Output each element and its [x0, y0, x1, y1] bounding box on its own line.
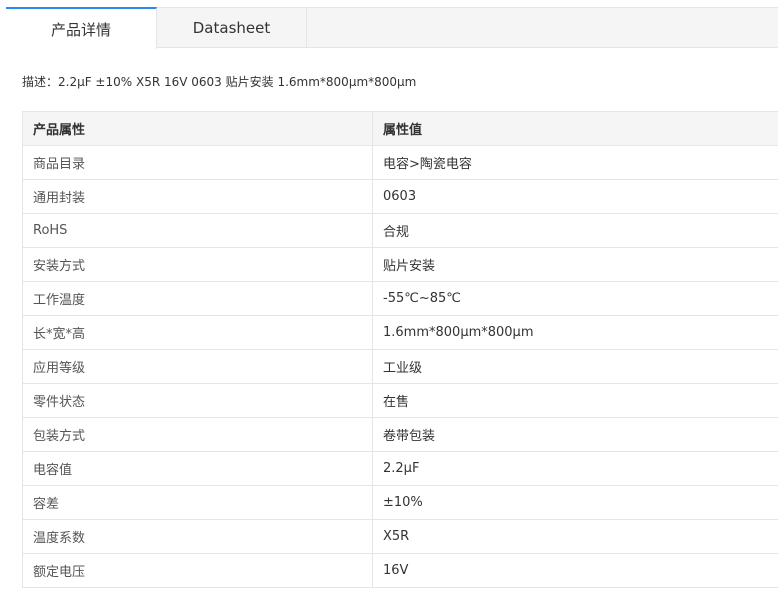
attribute-value: 在售	[372, 383, 778, 418]
table-row: 通用封装 0603	[22, 179, 778, 214]
attribute-name: 容差	[22, 485, 373, 520]
attribute-name: 长*宽*高	[22, 315, 373, 350]
attribute-name: 应用等级	[22, 349, 373, 384]
attribute-value: 0603	[372, 179, 778, 214]
table-header-row: 产品属性 属性值	[22, 111, 778, 146]
attribute-value: 16V	[372, 553, 778, 588]
header-value: 属性值	[372, 111, 778, 146]
table-row: 长*宽*高 1.6mm*800µm*800µm	[22, 315, 778, 350]
attribute-name: 工作温度	[22, 281, 373, 316]
attribute-value: 2.2µF	[372, 451, 778, 486]
attribute-value: 工业级	[372, 349, 778, 384]
tab-product-detail[interactable]: 产品详情	[6, 7, 157, 49]
attribute-name: 零件状态	[22, 383, 373, 418]
attribute-value: 电容>陶瓷电容	[372, 145, 778, 180]
attribute-name: 通用封装	[22, 179, 373, 214]
table-row: 电容值 2.2µF	[22, 451, 778, 486]
attribute-value: 合规	[372, 213, 778, 248]
table-row: 零件状态 在售	[22, 383, 778, 418]
table-row: 工作温度 -55℃~85℃	[22, 281, 778, 316]
product-detail-page: 产品详情 Datasheet 描述：2.2µF ±10% X5R 16V 060…	[0, 0, 778, 611]
attributes-table: 产品属性 属性值 商品目录 电容>陶瓷电容 通用封装 0603 RoHS 合规 …	[22, 111, 778, 588]
product-description: 描述：2.2µF ±10% X5R 16V 0603 贴片安装 1.6mm*80…	[22, 75, 417, 89]
attribute-name: 商品目录	[22, 145, 373, 180]
table-row: 额定电压 16V	[22, 553, 778, 588]
attribute-name: 包装方式	[22, 417, 373, 452]
attribute-name: RoHS	[22, 213, 373, 248]
header-attribute: 产品属性	[22, 111, 373, 146]
table-row: 应用等级 工业级	[22, 349, 778, 384]
attribute-name: 安装方式	[22, 247, 373, 282]
table-row: 商品目录 电容>陶瓷电容	[22, 145, 778, 180]
attribute-name: 额定电压	[22, 553, 373, 588]
attribute-value: 贴片安装	[372, 247, 778, 282]
table-row: 容差 ±10%	[22, 485, 778, 520]
attribute-value: 1.6mm*800µm*800µm	[372, 315, 778, 350]
table-row: 温度系数 X5R	[22, 519, 778, 554]
attribute-name: 电容值	[22, 451, 373, 486]
attribute-value: X5R	[372, 519, 778, 554]
table-row: 安装方式 贴片安装	[22, 247, 778, 282]
table-row: 包装方式 卷带包装	[22, 417, 778, 452]
tab-datasheet[interactable]: Datasheet	[157, 7, 307, 48]
attribute-value: ±10%	[372, 485, 778, 520]
table-row: RoHS 合规	[22, 213, 778, 248]
tab-bar: 产品详情 Datasheet	[6, 7, 778, 49]
attribute-value: -55℃~85℃	[372, 281, 778, 316]
attribute-value: 卷带包装	[372, 417, 778, 452]
attribute-name: 温度系数	[22, 519, 373, 554]
